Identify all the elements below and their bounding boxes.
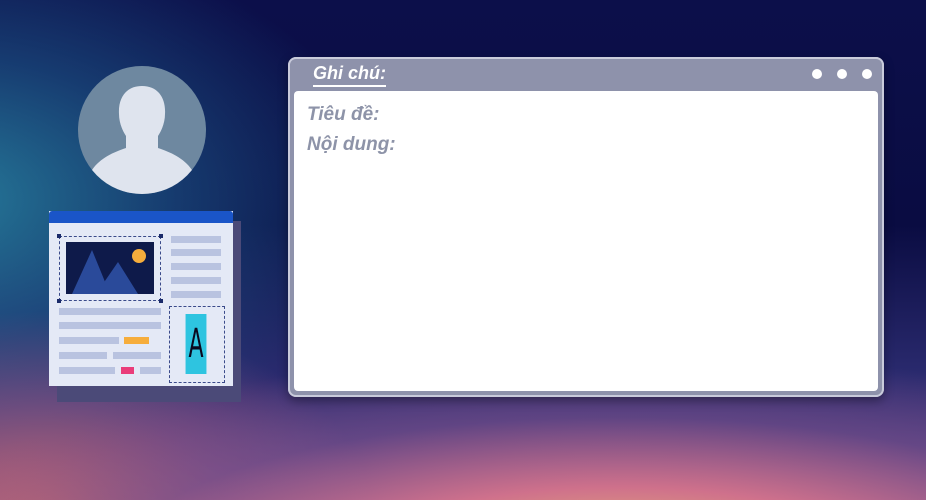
note-body[interactable]: Tiêu đề: Nội dung: <box>294 91 878 391</box>
text-line <box>113 352 161 359</box>
text-line <box>59 337 119 344</box>
window-control-dots <box>812 69 872 79</box>
text-line <box>171 291 221 298</box>
text-line <box>140 367 161 374</box>
content-field-label: Nội dung: <box>307 134 396 155</box>
text-line <box>59 308 161 315</box>
note-title: Ghi chú: <box>313 63 386 87</box>
highlight-tag <box>124 337 149 344</box>
window-dot[interactable] <box>862 69 872 79</box>
glyph-selection-frame: A <box>169 306 225 383</box>
title-field-label: Tiêu đề: <box>307 104 380 125</box>
text-line <box>59 322 161 329</box>
text-line <box>171 277 221 284</box>
text-line <box>171 249 221 256</box>
text-line <box>171 236 221 243</box>
window-dot[interactable] <box>837 69 847 79</box>
document-illustration: A <box>49 211 233 386</box>
glyph-box: A <box>185 314 207 374</box>
image-selection-frame <box>57 234 163 303</box>
text-line <box>59 352 107 359</box>
note-window: Ghi chú: Tiêu đề: Nội dung: <box>288 57 884 397</box>
highlight-tag <box>121 367 134 374</box>
image-placeholder-icon <box>66 242 154 294</box>
user-avatar-icon <box>78 66 206 194</box>
document-header-bar <box>49 211 233 223</box>
window-dot[interactable] <box>812 69 822 79</box>
text-line <box>171 263 221 270</box>
text-line <box>59 367 115 374</box>
